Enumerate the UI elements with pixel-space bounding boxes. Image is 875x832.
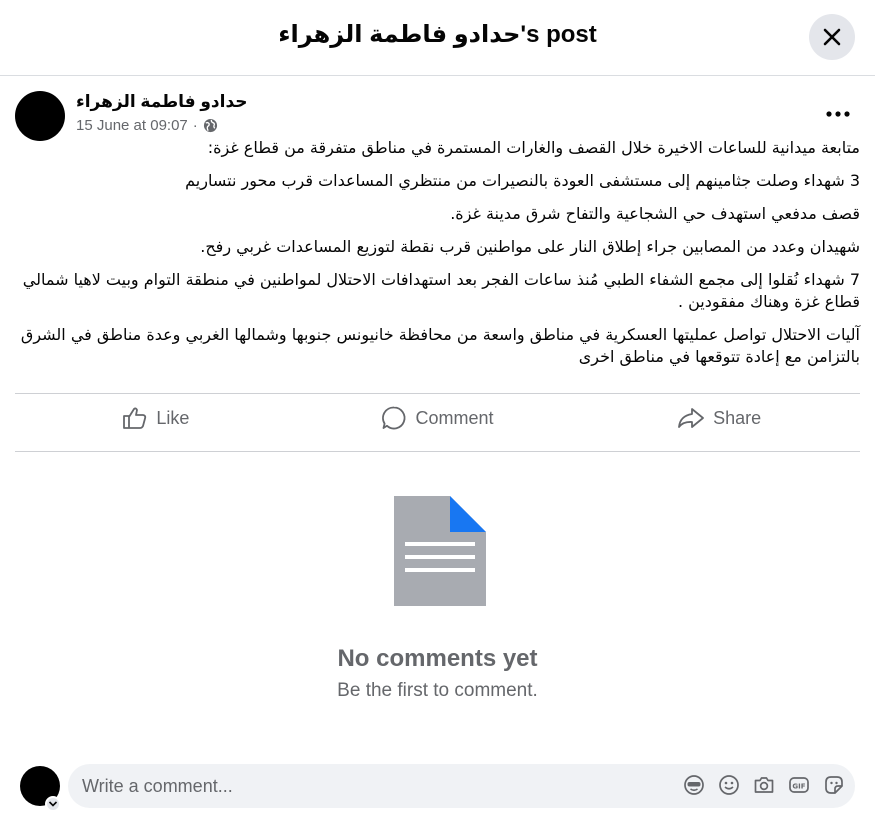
post-body: متابعة ميدانية للساعات الاخيرة خلال القص… <box>15 137 860 379</box>
actions-bottom-divider <box>15 451 860 452</box>
post-paragraph: 3 شهداء وصلت جثامينهم إلى مستشفى العودة … <box>185 171 860 190</box>
comment-button[interactable]: Comment <box>297 396 579 440</box>
share-label: Share <box>713 407 762 428</box>
more-options-button[interactable] <box>820 100 856 128</box>
comment-composer: GIF <box>68 764 855 808</box>
more-dots-icon <box>826 111 850 117</box>
comment-bubble-icon <box>382 406 406 430</box>
gif-icon: GIF <box>789 777 809 793</box>
comment-input[interactable] <box>82 764 642 808</box>
empty-state-subtitle: Be the first to comment. <box>337 680 538 701</box>
post-timestamp[interactable]: 15 June at 09:07 <box>76 117 188 134</box>
profile-switch-button[interactable] <box>45 796 61 812</box>
gif-button[interactable]: GIF <box>788 774 810 796</box>
post-meta: 15 June at 09:07 · <box>76 117 218 134</box>
share-arrow-icon <box>678 408 705 428</box>
close-icon <box>823 28 841 46</box>
camera-icon <box>754 777 774 793</box>
post-actions: Like Comment Share <box>15 396 860 440</box>
post-paragraph: 7 شهداء نُقلوا إلى مجمع الشفاء الطبي مُن… <box>22 270 860 311</box>
svg-text:GIF: GIF <box>792 783 805 791</box>
empty-state-title: No comments yet <box>337 645 538 672</box>
dialog-title: حدادو فاطمة الزهراء's post <box>278 21 597 48</box>
avatar-sticker-icon <box>684 775 704 795</box>
comment-label: Comment <box>415 407 494 428</box>
author-name[interactable]: حدادو فاطمة الزهراء <box>76 92 248 112</box>
actions-top-divider <box>15 393 860 394</box>
post-paragraph: قصف مدفعي استهدف حي الشجاعية والتفاح شرق… <box>450 204 860 223</box>
meta-separator: · <box>192 117 198 134</box>
emoji-button[interactable] <box>718 774 740 796</box>
photo-button[interactable] <box>753 774 775 796</box>
post-paragraph: آليات الاحتلال تواصل عمليتها العسكرية في… <box>20 325 860 366</box>
emoji-icon <box>719 775 739 795</box>
like-button[interactable]: Like <box>15 396 297 440</box>
document-icon <box>394 496 486 606</box>
post-paragraph: شهيدان وعدد من المصابين جراء إطلاق النار… <box>200 237 860 256</box>
avatar-sticker-button[interactable] <box>683 774 705 796</box>
sticker-button[interactable] <box>823 774 845 796</box>
globe-icon[interactable] <box>203 118 218 133</box>
chevron-down-icon <box>48 801 58 807</box>
composer-toolbar: GIF <box>683 774 845 796</box>
like-label: Like <box>156 407 190 428</box>
dialog-header: حدادو فاطمة الزهراء's post <box>0 0 875 76</box>
thumbs-up-icon <box>123 407 147 429</box>
share-button[interactable]: Share <box>578 396 860 440</box>
close-button[interactable] <box>809 14 855 60</box>
sticker-icon <box>825 776 843 794</box>
post-paragraph: متابعة ميدانية للساعات الاخيرة خلال القص… <box>207 138 860 157</box>
author-avatar[interactable] <box>15 91 65 141</box>
